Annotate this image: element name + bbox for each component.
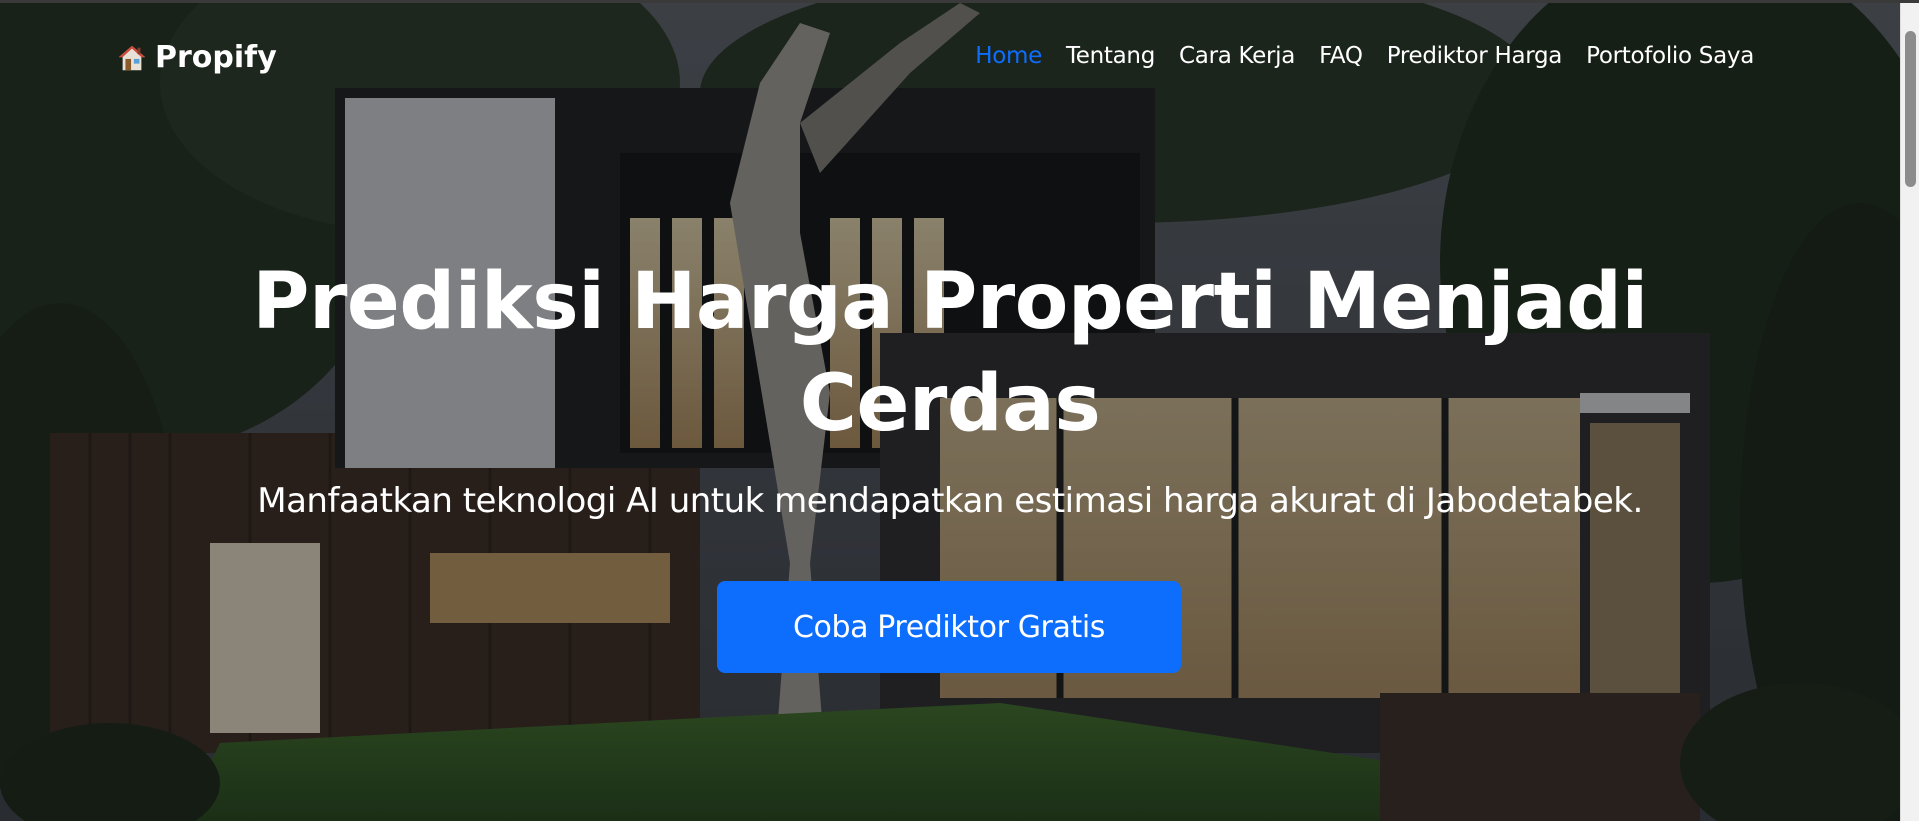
hero-section: Prediksi Harga Properti Menjadi Cerdas M… bbox=[0, 3, 1900, 821]
page: Propify Home Tentang Cara Kerja FAQ Pred… bbox=[0, 0, 1919, 821]
hero-title: Prediksi Harga Properti Menjadi Cerdas bbox=[252, 257, 1648, 449]
try-predictor-button[interactable]: Coba Prediktor Gratis bbox=[717, 581, 1181, 673]
hero-subtitle: Manfaatkan teknologi AI untuk mendapatka… bbox=[257, 481, 1643, 521]
scrollbar-thumb[interactable] bbox=[1905, 31, 1916, 187]
vertical-scrollbar[interactable] bbox=[1900, 3, 1919, 821]
